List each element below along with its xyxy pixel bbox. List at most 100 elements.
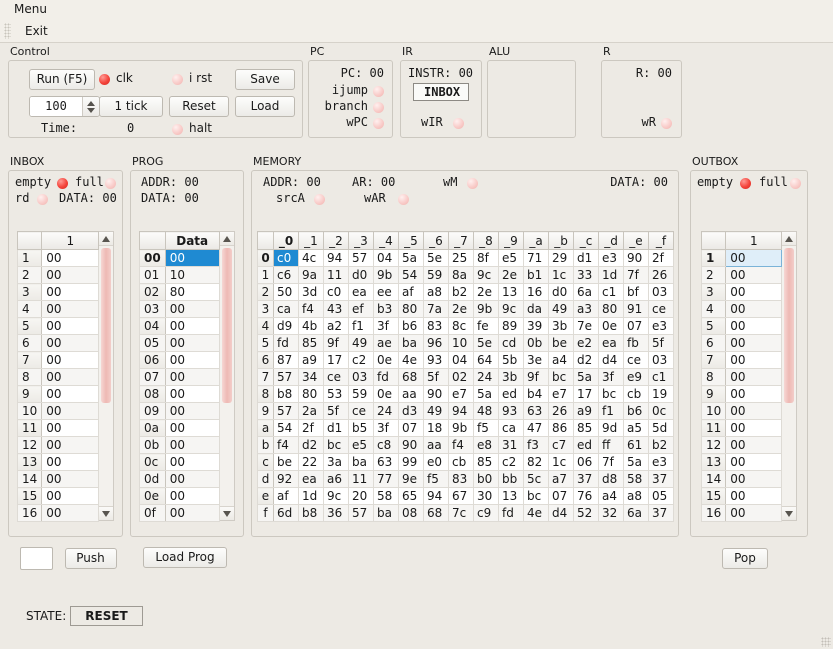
memory-cell[interactable]: 47: [523, 419, 549, 437]
memory-cell[interactable]: ea: [348, 283, 374, 301]
speed-value[interactable]: 100: [30, 97, 82, 116]
prog-row[interactable]: 0e 00: [139, 487, 220, 505]
memory-row-header[interactable]: 6: [257, 351, 274, 369]
memory-cell[interactable]: 17: [573, 385, 599, 403]
memory-cell[interactable]: fd: [273, 334, 299, 352]
memory-row-header[interactable]: a: [257, 419, 274, 437]
memory-row-header[interactable]: 8: [257, 385, 274, 403]
memory-cell[interactable]: 5a: [398, 249, 424, 267]
memory-row[interactable]: 4 d9 4b a2 f1 3f b6 83 8c fe 89 39 3b 7e 0e 07 e3: [257, 317, 674, 335]
memory-cell[interactable]: 2f: [298, 419, 324, 437]
memory-cell[interactable]: e5: [348, 436, 374, 454]
memory-cell[interactable]: 0c: [648, 402, 674, 420]
memory-cell[interactable]: b8: [273, 385, 299, 403]
memory-cell[interactable]: 94: [323, 249, 349, 267]
row-value[interactable]: 00: [164, 419, 220, 437]
memory-cell[interactable]: 5a: [573, 368, 599, 386]
inbox-row[interactable]: 15 00: [16, 487, 100, 505]
speed-stepper-arrows[interactable]: [82, 97, 99, 116]
memory-column-header[interactable]: _8: [473, 231, 499, 250]
outbox-row[interactable]: 2 00: [700, 266, 783, 284]
menu-item-menu[interactable]: Menu: [10, 2, 51, 16]
memory-cell[interactable]: d8: [598, 470, 624, 488]
memory-cell[interactable]: 5f: [423, 368, 449, 386]
scroll-up-icon[interactable]: [99, 232, 114, 246]
memory-cell[interactable]: f1: [598, 402, 624, 420]
memory-cell[interactable]: f4: [273, 436, 299, 454]
memory-cell[interactable]: a9: [573, 402, 599, 420]
memory-cell[interactable]: f3: [523, 436, 549, 454]
memory-cell[interactable]: 58: [373, 487, 399, 505]
run-button[interactable]: Run (F5): [29, 69, 95, 90]
row-value[interactable]: 00: [41, 419, 100, 437]
memory-cell[interactable]: 7f: [623, 266, 649, 284]
load-prog-button[interactable]: Load Prog: [143, 547, 227, 568]
row-value[interactable]: 00: [41, 368, 100, 386]
memory-cell[interactable]: c7: [548, 436, 574, 454]
window-resize-grip[interactable]: [821, 637, 831, 647]
memory-cell[interactable]: 58: [623, 470, 649, 488]
memory-cell[interactable]: 57: [273, 368, 299, 386]
memory-cell[interactable]: ce: [348, 402, 374, 420]
memory-cell[interactable]: 57: [273, 402, 299, 420]
prog-row[interactable]: 03 00: [139, 300, 220, 318]
row-value[interactable]: 00: [725, 402, 783, 420]
memory-cell[interactable]: 08: [398, 504, 424, 522]
inbox-row[interactable]: 6 00: [16, 334, 100, 352]
memory-row[interactable]: 0 c0 4c 94 57 04 5a 5e 25 8f e5 71 29 d1 e3 90 2f: [257, 249, 674, 267]
memory-cell[interactable]: 3e: [523, 351, 549, 369]
prog-row[interactable]: 01 10: [139, 266, 220, 284]
row-value[interactable]: 00: [41, 334, 100, 352]
memory-cell[interactable]: 3f: [598, 368, 624, 386]
inbox-row[interactable]: 14 00: [16, 470, 100, 488]
memory-cell[interactable]: f4: [298, 300, 324, 318]
memory-cell[interactable]: 4e: [398, 351, 424, 369]
memory-cell[interactable]: ae: [373, 334, 399, 352]
memory-cell[interactable]: 3b: [498, 368, 524, 386]
memory-column-header[interactable]: _e: [623, 231, 649, 250]
memory-cell[interactable]: d4: [548, 504, 574, 522]
memory-cell[interactable]: fd: [373, 368, 399, 386]
row-value[interactable]: 00: [41, 487, 100, 505]
row-value[interactable]: 00: [41, 470, 100, 488]
memory-cell[interactable]: f4: [448, 436, 474, 454]
memory-row-header[interactable]: 7: [257, 368, 274, 386]
row-value[interactable]: 80: [164, 283, 220, 301]
memory-row[interactable]: 3 ca f4 43 ef b3 80 7a 2e 9b 9c da 49 a3 80 91 ce: [257, 300, 674, 318]
row-value[interactable]: 00: [164, 334, 220, 352]
memory-cell[interactable]: ba: [398, 334, 424, 352]
memory-cell[interactable]: fb: [623, 334, 649, 352]
tick-button[interactable]: 1 tick: [99, 96, 163, 117]
row-value[interactable]: 00: [725, 300, 783, 318]
memory-cell[interactable]: 30: [473, 487, 499, 505]
prog-row[interactable]: 0f 00: [139, 504, 220, 522]
inbox-row[interactable]: 10 00: [16, 402, 100, 420]
memory-column-header[interactable]: _5: [398, 231, 424, 250]
memory-cell[interactable]: 24: [473, 368, 499, 386]
memory-cell[interactable]: 85: [573, 419, 599, 437]
outbox-row[interactable]: 3 00: [700, 283, 783, 301]
memory-cell[interactable]: 59: [348, 385, 374, 403]
row-value[interactable]: 00: [41, 317, 100, 335]
memory-cell[interactable]: 93: [498, 402, 524, 420]
memory-cell[interactable]: 87: [273, 351, 299, 369]
row-value[interactable]: 00: [164, 470, 220, 488]
row-value[interactable]: 00: [164, 368, 220, 386]
outbox-row[interactable]: 5 00: [700, 317, 783, 335]
memory-cell[interactable]: b4: [523, 385, 549, 403]
memory-row[interactable]: f 6d b8 36 57 ba 08 68 7c c9 fd 4e d4 52 32 6a 37: [257, 504, 674, 522]
memory-cell[interactable]: ef: [348, 300, 374, 318]
memory-row[interactable]: 1 c6 9a 11 d0 9b 54 59 8a 9c 2e b1 1c 33 1d 7f 26: [257, 266, 674, 284]
inbox-scrollbar[interactable]: [99, 231, 115, 521]
memory-cell[interactable]: 26: [548, 402, 574, 420]
inbox-table[interactable]: 1 1 00 2 00 3 00 4 00 5 00 6 00 7 00 8 00 9 00 10 00 11 00 12 0…: [16, 231, 100, 522]
memory-cell[interactable]: 10: [448, 334, 474, 352]
memory-cell[interactable]: b6: [623, 402, 649, 420]
memory-cell[interactable]: 6a: [623, 504, 649, 522]
inbox-row[interactable]: 12 00: [16, 436, 100, 454]
memory-cell[interactable]: 4c: [298, 249, 324, 267]
memory-row-header[interactable]: c: [257, 453, 274, 471]
memory-cell[interactable]: 04: [448, 351, 474, 369]
memory-cell[interactable]: 54: [398, 266, 424, 284]
memory-row-header[interactable]: 9: [257, 402, 274, 420]
